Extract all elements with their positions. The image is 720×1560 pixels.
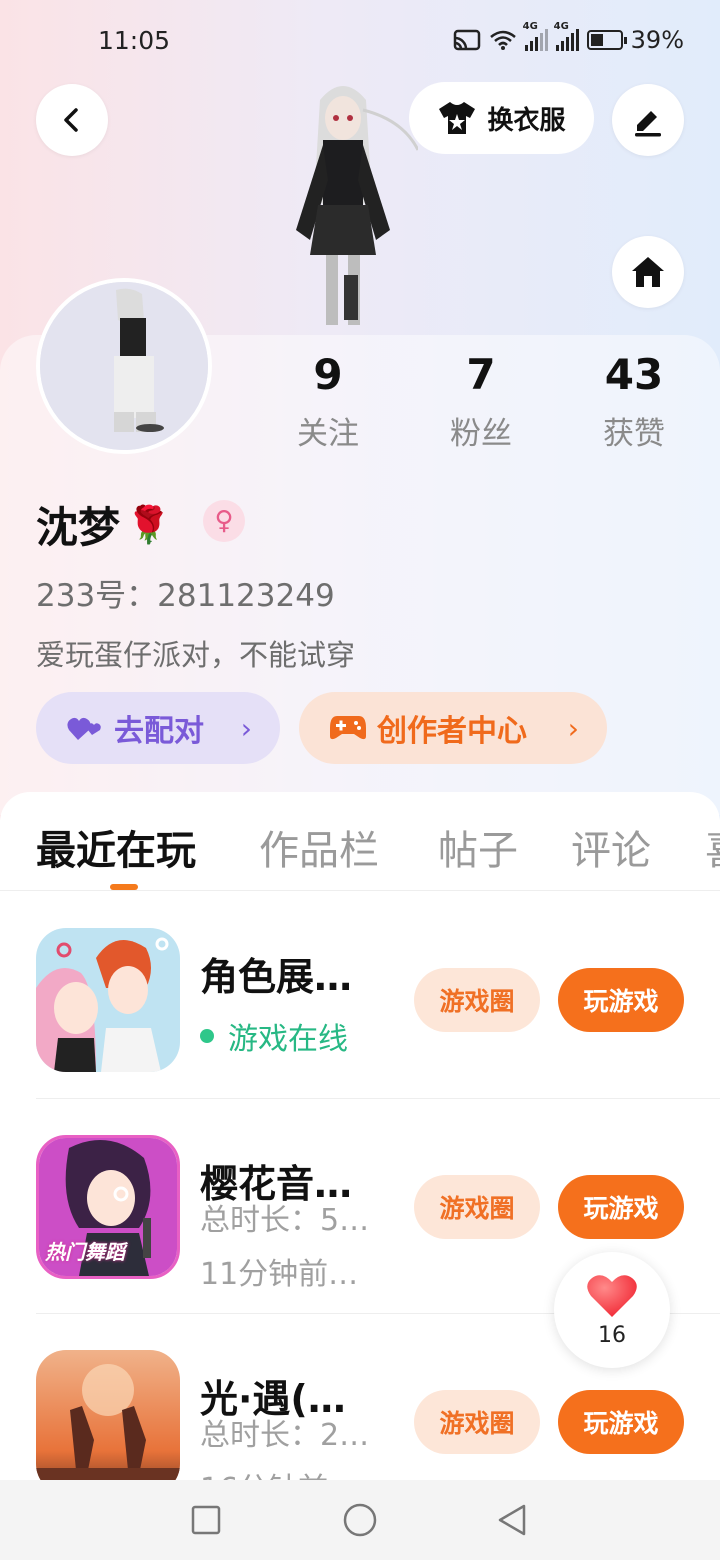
game-title: 角色展… — [200, 955, 353, 999]
stat-following[interactable]: 9 关注 — [268, 350, 388, 453]
match-label: 去配对 — [114, 714, 204, 749]
tab-favorites[interactable]: 喜 — [705, 818, 720, 876]
change-outfit-label: 换衣服 — [487, 105, 566, 136]
stat-fans-value: 7 — [466, 350, 496, 399]
game-circle-button[interactable]: 游戏圈 — [414, 1175, 540, 1239]
stat-fans[interactable]: 7 粉丝 — [421, 350, 541, 453]
chevron-left-icon — [64, 108, 78, 132]
game-icon-sky — [36, 1350, 180, 1480]
stat-following-label: 关注 — [297, 416, 359, 452]
game-badge-hot-dance: 热门舞蹈 — [45, 1240, 125, 1264]
status-time: 11:05 — [98, 26, 171, 55]
game-duration: 总时长：2… — [200, 1418, 370, 1453]
stat-likes[interactable]: 43 获赞 — [574, 350, 694, 453]
play-game-button[interactable]: 玩游戏 — [558, 968, 684, 1032]
game-last-played: 11分钟前… — [200, 1257, 359, 1292]
square-icon — [191, 1505, 221, 1535]
battery-icon — [586, 30, 627, 50]
profile-bio: 爱玩蛋仔派对，不能试穿 — [36, 638, 356, 672]
match-button[interactable]: 去配对 › — [36, 692, 280, 764]
stat-likes-label: 获赞 — [603, 416, 665, 452]
signal-icon-1: 4G — [523, 21, 548, 51]
tab-comments[interactable]: 评论 — [571, 818, 651, 876]
pencil-icon — [635, 111, 661, 137]
circle-icon — [343, 1503, 377, 1537]
list-item[interactable]: 光·遇(… 总时长：2… 16分钟前… 游戏圈 玩游戏 — [0, 1350, 720, 1480]
tshirt-icon — [439, 102, 476, 134]
tab-posts[interactable]: 帖子 — [438, 818, 518, 876]
tabs-divider — [0, 890, 720, 891]
game-icon-character-showcase — [36, 928, 180, 1072]
user-id[interactable]: 233号：281123249 — [36, 570, 335, 615]
back-nav-button[interactable] — [492, 1500, 532, 1540]
game-online-status: 游戏在线 — [200, 1014, 348, 1058]
play-game-button[interactable]: 玩游戏 — [558, 1390, 684, 1454]
game-circle-button[interactable]: 游戏圈 — [414, 1390, 540, 1454]
triangle-back-icon — [498, 1504, 526, 1536]
back-button[interactable] — [36, 84, 108, 156]
chevron-right-icon: › — [567, 711, 579, 745]
home-icon — [632, 257, 664, 287]
avatar-character-figure — [268, 80, 420, 335]
tab-works[interactable]: 作品栏 — [259, 818, 379, 876]
game-circle-button[interactable]: 游戏圈 — [414, 968, 540, 1032]
home-button[interactable] — [612, 236, 684, 308]
stat-following-value: 9 — [313, 350, 343, 399]
stat-likes-value: 43 — [604, 350, 664, 399]
game-last-played: 16分钟前… — [200, 1464, 358, 1480]
creator-center-label: 创作者中心 — [377, 714, 527, 749]
edit-profile-button[interactable] — [612, 84, 684, 156]
online-dot-icon — [200, 1029, 214, 1043]
avatar[interactable] — [36, 278, 212, 454]
chevron-right-icon: › — [240, 711, 252, 745]
profile-name-text: 沈梦 — [36, 503, 121, 552]
like-count: 16 — [598, 1322, 626, 1348]
rose-emoji: 🌹 — [126, 504, 171, 546]
game-duration: 总时长：5… — [200, 1203, 370, 1238]
change-outfit-button[interactable]: 换衣服 — [409, 82, 594, 154]
signal-icon-2: 4G — [554, 21, 579, 51]
system-nav-bar — [0, 1480, 720, 1560]
wifi-icon — [489, 30, 516, 50]
gamepad-icon — [330, 716, 366, 740]
status-bar: 11:05 4G 4G 39% — [0, 0, 720, 84]
creator-center-button[interactable]: 创作者中心 › — [299, 692, 607, 764]
play-game-button[interactable]: 玩游戏 — [558, 1175, 684, 1239]
heart-icon — [587, 1274, 637, 1317]
like-float-button[interactable]: 16 — [554, 1252, 670, 1368]
hearts-icon — [67, 717, 101, 740]
female-gender-badge: ♀ — [203, 500, 245, 542]
home-nav-button[interactable] — [340, 1500, 380, 1540]
profile-name: 沈梦 🌹 — [36, 494, 171, 555]
online-status-label: 游戏在线 — [228, 1022, 348, 1057]
cast-icon — [453, 29, 480, 51]
tab-recently-played[interactable]: 最近在玩 — [36, 818, 196, 876]
recent-apps-button[interactable] — [186, 1500, 226, 1540]
battery-percent: 39% — [630, 26, 684, 54]
game-icon-sakura-music: 热门舞蹈 — [36, 1135, 180, 1279]
status-icons: 4G 4G 39% — [453, 21, 684, 54]
list-divider — [36, 1098, 720, 1099]
stat-fans-label: 粉丝 — [450, 416, 512, 452]
